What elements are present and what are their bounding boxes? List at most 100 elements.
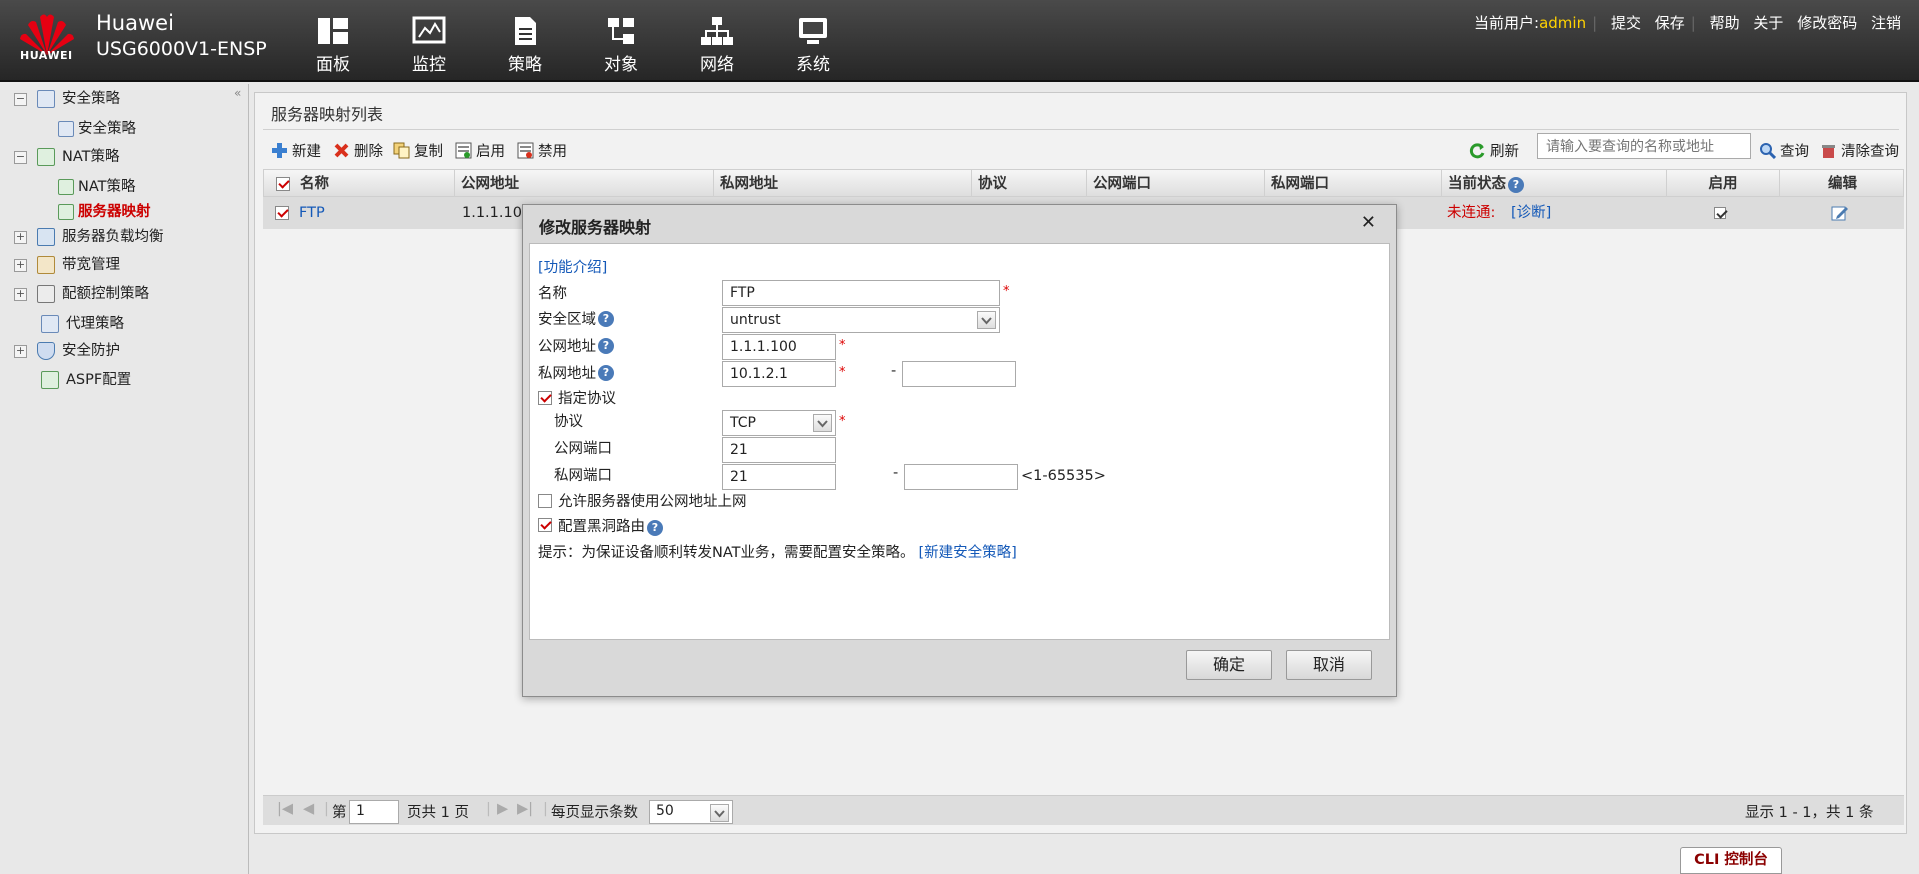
sidebar-item-bandwidth[interactable]: + 带宽管理 bbox=[14, 253, 120, 277]
close-icon[interactable]: ✕ bbox=[1361, 212, 1376, 233]
allow-internet-checkbox[interactable] bbox=[538, 493, 552, 508]
sidebar-item-nat-policy-child[interactable]: NAT策略 bbox=[58, 175, 136, 199]
public-port-field[interactable]: 21 bbox=[722, 437, 836, 463]
private-address-field[interactable]: 10.1.2.1 bbox=[722, 361, 836, 387]
specify-protocol-option[interactable]: 指定协议 bbox=[538, 387, 616, 408]
disable-button[interactable]: 禁用 bbox=[517, 138, 567, 162]
col-name[interactable]: 名称 bbox=[294, 170, 454, 198]
col-private-port[interactable]: 私网端口 bbox=[1264, 170, 1441, 198]
link-about[interactable]: 关于 bbox=[1753, 14, 1783, 32]
cli-console-button[interactable]: CLI 控制台 bbox=[1680, 847, 1782, 874]
nav-objects-label: 对象 bbox=[604, 55, 638, 75]
col-public-port[interactable]: 公网端口 bbox=[1086, 170, 1264, 198]
link-submit[interactable]: 提交 bbox=[1611, 14, 1641, 32]
cancel-button[interactable]: 取消 bbox=[1286, 650, 1372, 680]
search-input[interactable] bbox=[1537, 133, 1751, 159]
help-icon[interactable]: ? bbox=[598, 310, 614, 327]
expand-toggle[interactable]: + bbox=[14, 344, 27, 358]
row-name-link[interactable]: FTP bbox=[299, 197, 325, 229]
select-all-checkbox[interactable] bbox=[264, 170, 290, 198]
policy-doc-icon bbox=[58, 121, 74, 137]
help-icon[interactable]: ? bbox=[647, 520, 663, 536]
private-port-end-field[interactable] bbox=[904, 464, 1018, 490]
clear-query-button[interactable]: 清除查询 bbox=[1820, 138, 1899, 162]
clear-query-icon bbox=[1822, 144, 1835, 158]
nav-monitor[interactable]: 监控 bbox=[389, 16, 469, 75]
sidebar-item-server-load-balancing[interactable]: + 服务器负载均衡 bbox=[14, 225, 164, 249]
col-protocol[interactable]: 协议 bbox=[971, 170, 1086, 198]
collapse-sidebar-icon[interactable]: « bbox=[234, 86, 241, 100]
disable-label: 禁用 bbox=[538, 143, 567, 160]
expand-toggle[interactable]: + bbox=[14, 230, 27, 244]
protocol-select[interactable]: TCP bbox=[722, 410, 836, 436]
sidebar-item-label: 安全策略 bbox=[78, 121, 136, 137]
collapse-toggle[interactable]: − bbox=[14, 150, 27, 164]
new-security-policy-link[interactable]: [新建安全策略] bbox=[919, 541, 1017, 562]
device-model: USG6000V1-ENSP bbox=[96, 38, 267, 60]
edit-icon[interactable] bbox=[1831, 197, 1849, 229]
expand-toggle[interactable]: + bbox=[14, 258, 27, 272]
sidebar-item-proxy[interactable]: 代理策略 bbox=[41, 312, 124, 336]
row-status: 未连通: bbox=[1447, 205, 1496, 221]
copy-button[interactable]: 复制 bbox=[393, 138, 443, 162]
private-address-end-field[interactable] bbox=[902, 361, 1016, 387]
row-enabled-checkbox[interactable] bbox=[1714, 197, 1726, 229]
prev-page-icon[interactable]: ◀ bbox=[303, 801, 314, 817]
allow-internet-option[interactable]: 允许服务器使用公网地址上网 bbox=[538, 490, 747, 511]
private-port-field[interactable]: 21 bbox=[722, 464, 836, 490]
page-title: 服务器映射列表 bbox=[271, 105, 384, 124]
query-button[interactable]: 查询 bbox=[1759, 138, 1809, 162]
sidebar-item-nat-policy[interactable]: − NAT策略 bbox=[14, 145, 120, 169]
nav-network[interactable]: 网络 bbox=[677, 16, 757, 75]
sidebar-item-aspf[interactable]: ASPF配置 bbox=[41, 368, 131, 392]
disable-icon bbox=[517, 142, 534, 158]
separator: | bbox=[324, 801, 329, 817]
next-page-icon[interactable]: ▶ bbox=[497, 801, 508, 817]
help-icon[interactable]: ? bbox=[1508, 177, 1524, 193]
col-public-address[interactable]: 公网地址 bbox=[454, 170, 713, 198]
separator: | bbox=[543, 801, 548, 817]
server-mapping-icon bbox=[58, 204, 74, 220]
collapse-toggle[interactable]: − bbox=[14, 92, 27, 106]
sidebar-item-quota[interactable]: + 配额控制策略 bbox=[14, 282, 149, 306]
delete-button[interactable]: 删除 bbox=[333, 138, 383, 162]
nav-policy[interactable]: 策略 bbox=[485, 16, 565, 75]
name-field[interactable]: FTP bbox=[722, 280, 1000, 306]
required-marker: * bbox=[839, 338, 846, 353]
refresh-button[interactable]: 刷新 bbox=[1469, 138, 1519, 162]
last-page-icon[interactable]: ▶| bbox=[517, 801, 533, 817]
blackhole-route-checkbox[interactable] bbox=[538, 518, 552, 532]
blackhole-route-option[interactable]: 配置黑洞路由? bbox=[538, 514, 663, 536]
ok-button[interactable]: 确定 bbox=[1186, 650, 1272, 680]
private-address-label-text: 私网地址 bbox=[538, 366, 596, 382]
enable-label: 启用 bbox=[476, 143, 505, 160]
help-icon[interactable]: ? bbox=[598, 364, 614, 381]
expand-toggle[interactable]: + bbox=[14, 287, 27, 301]
sidebar-item-security-policy-child[interactable]: 安全策略 bbox=[58, 117, 136, 141]
feature-intro-link[interactable]: [功能介绍] bbox=[538, 256, 607, 277]
nav-dashboard[interactable]: 面板 bbox=[293, 16, 373, 75]
public-address-field[interactable]: 1.1.1.100 bbox=[722, 334, 836, 360]
link-save[interactable]: 保存 bbox=[1655, 14, 1685, 32]
sidebar-item-security-protection[interactable]: + 安全防护 bbox=[14, 339, 120, 363]
row-diagnose-link[interactable]: [诊断] bbox=[1511, 197, 1551, 229]
per-page-select[interactable]: 50 bbox=[649, 800, 733, 824]
link-logout[interactable]: 注销 bbox=[1871, 14, 1901, 32]
zone-select[interactable]: untrust bbox=[722, 307, 1000, 333]
col-private-address[interactable]: 私网地址 bbox=[713, 170, 971, 198]
link-help[interactable]: 帮助 bbox=[1710, 14, 1740, 32]
nav-system[interactable]: 系统 bbox=[773, 16, 853, 75]
edit-server-mapping-dialog: 修改服务器映射 ✕ [功能介绍] 名称 FTP * 安全区域? untrust … bbox=[522, 204, 1397, 697]
sidebar-item-security-policy[interactable]: − 安全策略 bbox=[14, 87, 120, 111]
sidebar-item-server-mapping[interactable]: 服务器映射 bbox=[58, 200, 151, 224]
name-label: 名称 bbox=[538, 286, 567, 302]
nav-objects[interactable]: 对象 bbox=[581, 16, 661, 75]
new-button[interactable]: 新建 bbox=[271, 138, 321, 162]
page-number-input[interactable]: 1 bbox=[349, 800, 399, 824]
link-change-password[interactable]: 修改密码 bbox=[1797, 14, 1857, 32]
specify-protocol-checkbox[interactable] bbox=[538, 390, 552, 405]
first-page-icon[interactable]: |◀ bbox=[277, 801, 293, 817]
row-checkbox[interactable] bbox=[275, 197, 289, 229]
enable-button[interactable]: 启用 bbox=[455, 138, 505, 162]
help-icon[interactable]: ? bbox=[598, 337, 614, 354]
